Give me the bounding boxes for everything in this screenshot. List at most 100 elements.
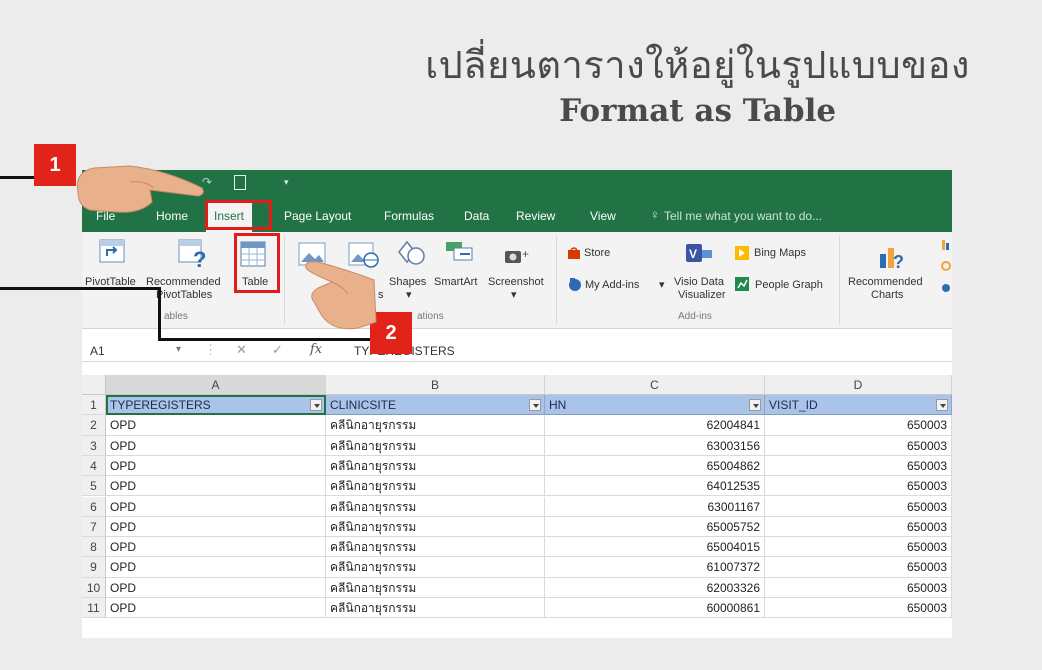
name-box[interactable]: A1 <box>90 344 105 358</box>
screenshot-icon: + <box>505 247 529 263</box>
row-number[interactable]: 8 <box>82 537 106 558</box>
table-cell[interactable]: คลีนิกอายุรกรรม <box>326 496 545 517</box>
row-number[interactable]: 5 <box>82 476 106 497</box>
table-cell[interactable]: 64012535 <box>545 476 765 497</box>
table-cell[interactable]: คลีนิกอายุรกรรม <box>326 435 545 456</box>
tab-page-layout[interactable]: Page Layout <box>284 209 351 223</box>
shapes-button[interactable]: Shapes <box>389 276 426 289</box>
table-cell[interactable]: 650003 <box>765 598 952 619</box>
new-document-icon[interactable] <box>234 175 246 190</box>
store-icon <box>568 247 580 259</box>
shapes-dropdown-icon[interactable]: ▾ <box>406 289 412 302</box>
column-header-b[interactable]: B <box>326 375 545 395</box>
pointing-hand-icon <box>76 165 204 213</box>
table-header-cell[interactable]: VISIT_ID <box>765 395 952 416</box>
visio-label-1[interactable]: Visio Data <box>674 276 724 289</box>
customize-toolbar-icon[interactable]: ▾ <box>284 178 289 188</box>
enter-icon[interactable]: ✓ <box>272 342 283 358</box>
visio-label-2[interactable]: Visualizer <box>678 289 726 302</box>
row-number[interactable]: 11 <box>82 598 106 619</box>
filter-dropdown-icon[interactable] <box>310 399 322 411</box>
table-cell[interactable]: OPD <box>106 415 326 436</box>
my-addins-button[interactable]: My Add-ins <box>585 279 639 292</box>
cancel-icon[interactable]: ✕ <box>236 342 247 358</box>
table-cell[interactable]: 63003156 <box>545 435 765 456</box>
table-cell[interactable]: 650003 <box>765 516 952 538</box>
recommended-pivottables-label-2[interactable]: PivotTables <box>156 289 212 302</box>
table-cell[interactable]: OPD <box>106 516 326 538</box>
column-header-c[interactable]: C <box>545 375 765 395</box>
visio-data-visualizer-icon: V <box>686 244 712 262</box>
table-cell[interactable]: 650003 <box>765 455 952 477</box>
tab-review[interactable]: Review <box>516 209 555 223</box>
table-cell[interactable]: คลีนิกอายุรกรรม <box>326 415 545 436</box>
screenshot-dropdown-icon[interactable]: ▾ <box>511 289 517 302</box>
table-header-cell[interactable]: HN <box>545 395 765 416</box>
table-cell[interactable]: 63001167 <box>545 496 765 517</box>
table-cell[interactable]: 65004862 <box>545 455 765 477</box>
row-number[interactable]: 10 <box>82 577 106 598</box>
table-cell[interactable]: 650003 <box>765 557 952 578</box>
table-cell[interactable]: 650003 <box>765 435 952 456</box>
filter-dropdown-icon[interactable] <box>749 399 761 411</box>
recommended-charts-label-2[interactable]: Charts <box>871 289 903 302</box>
table-cell[interactable]: OPD <box>106 598 326 619</box>
table-cell[interactable]: OPD <box>106 496 326 517</box>
insert-tab-highlight <box>205 200 272 230</box>
column-header-a[interactable]: A <box>106 375 326 395</box>
column-header-d[interactable]: D <box>765 375 952 395</box>
svg-text:?: ? <box>893 252 904 270</box>
screenshot-button[interactable]: Screenshot <box>488 276 544 289</box>
filter-dropdown-icon[interactable] <box>936 399 948 411</box>
tab-view[interactable]: View <box>590 209 616 223</box>
table-cell[interactable]: OPD <box>106 476 326 497</box>
name-box-dropdown-icon[interactable]: ▾ <box>176 344 181 355</box>
select-all-corner[interactable] <box>82 375 106 395</box>
table-cell[interactable]: 60000861 <box>545 598 765 619</box>
table-cell[interactable]: OPD <box>106 557 326 578</box>
table-cell[interactable]: 62004841 <box>545 415 765 436</box>
row-number[interactable]: 1 <box>82 395 106 416</box>
table-cell[interactable]: 62003326 <box>545 577 765 598</box>
table-cell[interactable]: คลีนิกอายุรกรรม <box>326 476 545 497</box>
table-header-cell[interactable]: CLINICSITE <box>326 395 545 416</box>
table-cell[interactable]: 61007372 <box>545 557 765 578</box>
table-cell[interactable]: 65004015 <box>545 537 765 558</box>
row-number[interactable]: 2 <box>82 415 106 436</box>
table-cell[interactable]: OPD <box>106 577 326 598</box>
table-cell[interactable]: OPD <box>106 537 326 558</box>
row-number[interactable]: 6 <box>82 496 106 517</box>
table-cell[interactable]: 65005752 <box>545 516 765 538</box>
table-cell[interactable]: คลีนิกอายุรกรรม <box>326 557 545 578</box>
row-number[interactable]: 9 <box>82 557 106 578</box>
table-cell[interactable]: 650003 <box>765 476 952 497</box>
insert-function-icon[interactable]: fx <box>310 342 322 357</box>
table-cell[interactable]: คลีนิกอายุรกรรม <box>326 455 545 477</box>
row-number[interactable]: 3 <box>82 435 106 456</box>
my-addins-dropdown-icon[interactable]: ▾ <box>659 279 665 292</box>
row-number[interactable]: 4 <box>82 455 106 477</box>
table-cell[interactable]: OPD <box>106 455 326 477</box>
table-cell[interactable]: 650003 <box>765 537 952 558</box>
people-graph-button[interactable]: People Graph <box>755 279 823 292</box>
smartart-button[interactable]: SmartArt <box>434 276 477 289</box>
bing-maps-button[interactable]: Bing Maps <box>754 247 806 260</box>
table-cell[interactable]: คลีนิกอายุรกรรม <box>326 537 545 558</box>
table-cell[interactable]: 650003 <box>765 496 952 517</box>
tab-formulas[interactable]: Formulas <box>384 209 434 223</box>
table-header-cell[interactable]: TYPEREGISTERS <box>106 395 326 416</box>
recommended-charts-label-1[interactable]: Recommended <box>848 276 923 289</box>
tab-data[interactable]: Data <box>464 209 489 223</box>
table-cell[interactable]: 650003 <box>765 577 952 598</box>
store-button[interactable]: Store <box>584 247 610 260</box>
table-cell[interactable]: OPD <box>106 435 326 456</box>
table-cell[interactable]: คลีนิกอายุรกรรม <box>326 598 545 619</box>
row-number[interactable]: 7 <box>82 516 106 538</box>
table-cell[interactable]: 650003 <box>765 415 952 436</box>
table-cell[interactable]: คลีนิกอายุรกรรม <box>326 516 545 538</box>
table-row: 10 OPD คลีนิกอายุรกรรม 62003326 650003 <box>82 577 952 598</box>
filter-dropdown-icon[interactable] <box>529 399 541 411</box>
tell-me-search[interactable]: Tell me what you want to do... <box>664 209 822 223</box>
table-cell[interactable]: คลีนิกอายุรกรรม <box>326 577 545 598</box>
ribbon-insert: PivotTable ? Recommended PivotTables Tab… <box>82 232 952 329</box>
